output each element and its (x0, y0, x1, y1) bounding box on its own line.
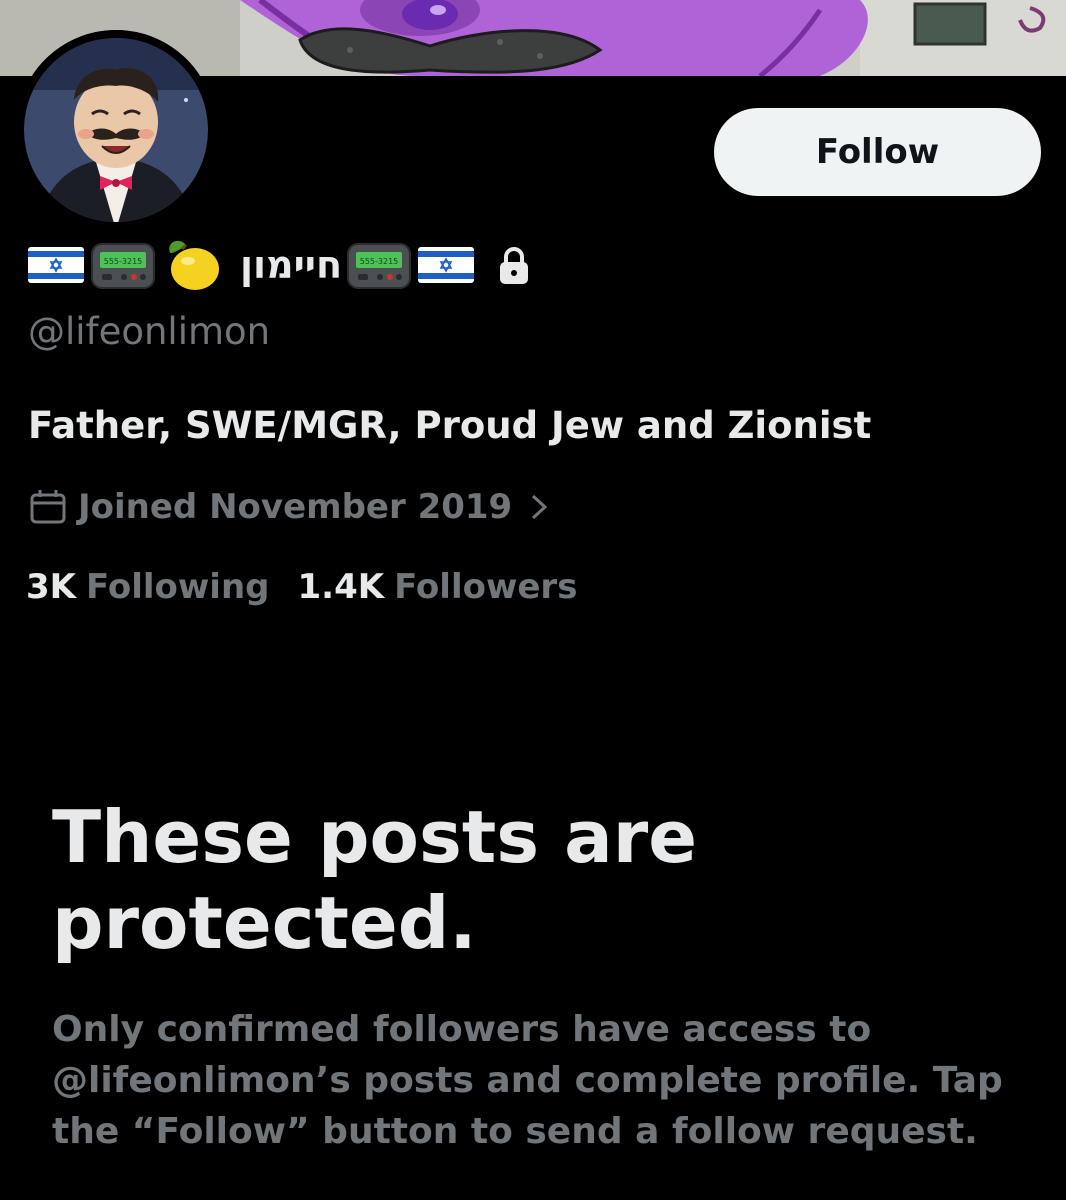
pager-screen-text: 555-3215 (360, 257, 399, 266)
lock-icon (500, 247, 529, 284)
calendar-icon (30, 490, 66, 524)
following-label: Following (86, 567, 270, 607)
lemon-icon (169, 240, 219, 290)
following-stat[interactable]: 3K Following (26, 567, 270, 607)
profile-handle: @lifeonlimon (28, 310, 271, 353)
following-count: 3K (26, 567, 77, 607)
profile-avatar[interactable] (16, 30, 216, 230)
joined-date-text: Joined November 2019 (78, 487, 513, 527)
israel-flag-icon (418, 247, 475, 283)
israel-flag-icon (28, 247, 84, 283)
follow-stats: 3K Following 1.4K Followers (26, 564, 605, 610)
followers-label: Followers (394, 567, 578, 607)
follow-button[interactable]: Follow (714, 108, 1041, 196)
pager-screen-text: 555-3215 (104, 257, 143, 266)
followers-stat[interactable]: 1.4K Followers (298, 567, 578, 607)
protected-title-line-1: These posts are (52, 795, 698, 879)
display-name-row: 555-3215 חיימון 555-3215 (28, 234, 534, 296)
followers-count: 1.4K (297, 567, 385, 607)
display-name: חיימון (240, 243, 343, 287)
joined-date-row[interactable]: Joined November 2019 (28, 484, 552, 530)
pager-icon: 555-3215 (91, 243, 155, 289)
protected-notice-body: Only confirmed followers have access to … (52, 1009, 1003, 1152)
avatar-image-icon (16, 30, 216, 230)
chevron-right-icon (532, 494, 548, 520)
protected-title-line-2: protected. (52, 881, 477, 965)
pager-icon: 555-3215 (347, 243, 412, 289)
profile-bio: Father, SWE/MGR, Proud Jew and Zionist (28, 404, 872, 447)
protected-notice-title: These posts are protected. (52, 794, 952, 966)
